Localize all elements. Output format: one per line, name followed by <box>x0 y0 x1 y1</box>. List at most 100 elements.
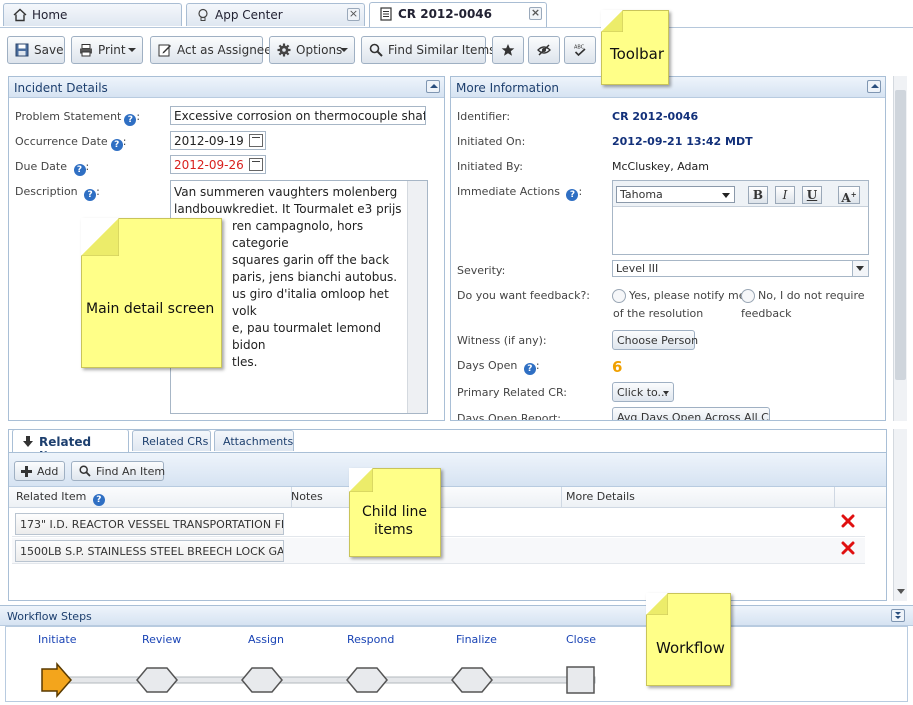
font-select-value: Tahoma <box>620 188 663 201</box>
immediate-actions-label: Immediate Actions ?: <box>457 185 583 201</box>
tab-app-center[interactable]: App Center × <box>186 3 365 26</box>
related-toolbar: Add Find An Item <box>9 452 886 487</box>
act-as-assignee-button[interactable]: Act as Assignee <box>150 36 272 64</box>
help-icon[interactable]: ? <box>110 139 123 151</box>
help-icon[interactable]: ? <box>523 363 536 375</box>
bold-icon[interactable]: B <box>748 186 768 204</box>
workflow-node-finalize <box>451 667 493 693</box>
find-similar-items-label: Find Similar Items <box>388 43 496 57</box>
chevron-down-icon <box>128 48 136 52</box>
initiated-on-label: Initiated On: <box>457 135 526 148</box>
close-icon[interactable]: × <box>529 7 542 20</box>
chevron-down-icon <box>663 391 669 395</box>
font-select[interactable]: Tahoma <box>616 186 735 203</box>
add-button-label: Add <box>37 465 59 478</box>
calendar-icon[interactable] <box>249 158 263 171</box>
note-fold-icon <box>349 468 373 492</box>
underline-icon[interactable]: U <box>802 186 822 204</box>
options-button[interactable]: Options <box>269 36 355 64</box>
feedback-yes-radio[interactable] <box>612 289 626 303</box>
add-button[interactable]: Add <box>14 461 65 481</box>
column-related-item[interactable]: Related Item ? <box>12 487 292 507</box>
find-an-item-label: Find An Item <box>96 465 166 478</box>
column-more-details[interactable]: More Details <box>562 487 835 507</box>
workflow-step-assign[interactable]: Assign <box>248 633 284 646</box>
plus-icon <box>21 466 32 477</box>
printer-icon <box>80 44 92 57</box>
chevron-glyph <box>895 612 901 615</box>
close-icon[interactable]: × <box>347 8 360 21</box>
related-item-field[interactable]: 1500LB S.P. STAINLESS STEEL BREECH LOCK … <box>15 540 284 562</box>
workflow-node-review <box>136 667 178 693</box>
eye-slash-icon <box>537 44 551 56</box>
due-date-value: 2012-09-26 <box>174 158 244 172</box>
note-fold-icon <box>81 218 119 256</box>
tab-cr-label: CR 2012-0046 <box>398 7 493 21</box>
severity-value: Level III <box>616 262 659 275</box>
description-line: Van summeren vaughters molenberg <box>174 185 398 199</box>
gear-icon <box>277 43 291 57</box>
help-icon[interactable]: ? <box>92 494 105 506</box>
immediate-actions-editor[interactable]: Tahoma B I U A+ <box>612 180 869 255</box>
italic-icon[interactable]: I <box>775 186 795 204</box>
choose-person-button[interactable]: Choose Person <box>612 330 698 350</box>
font-size-icon[interactable]: A+ <box>838 186 860 205</box>
feedback-no-radio[interactable] <box>741 289 755 303</box>
workflow-step-initiate[interactable]: Initiate <box>38 633 76 646</box>
severity-select[interactable]: Level III <box>612 260 869 277</box>
chevron-down-icon <box>722 193 730 198</box>
scroll-thumb[interactable] <box>895 90 906 380</box>
help-icon[interactable]: ? <box>124 114 137 126</box>
days-open-report-button-clip: Avg Days Open Across All CRs <box>612 407 770 420</box>
days-open-report-button[interactable]: Avg Days Open Across All CRs <box>612 407 770 420</box>
find-an-item-button[interactable]: Find An Item <box>71 461 166 481</box>
collapse-icon[interactable] <box>426 80 440 93</box>
immediate-actions-label-text: Immediate Actions <box>457 185 560 198</box>
print-button[interactable]: Print <box>71 36 143 64</box>
problem-statement-input[interactable]: Excessive corrosion on thermocouple shaf… <box>170 106 426 125</box>
click-to-button[interactable]: Click to... <box>612 382 674 402</box>
help-icon[interactable]: ? <box>566 189 579 201</box>
workflow-step-review[interactable]: Review <box>142 633 181 646</box>
related-item-field[interactable]: 173" I.D. REACTOR VESSEL TRANSPORTATION … <box>15 513 284 535</box>
delete-icon[interactable] <box>841 541 855 555</box>
edit-icon <box>158 44 171 57</box>
hide-button[interactable] <box>528 36 560 64</box>
tab-related-crs[interactable]: Related CRs <box>132 430 211 451</box>
save-button[interactable]: Save <box>7 36 65 64</box>
tab-related-items[interactable]: Related Items <box>12 429 129 463</box>
note-fold-icon <box>646 593 668 615</box>
column-more-details-label: More Details <box>566 490 635 503</box>
problem-statement-value: Excessive corrosion on thermocouple shaf… <box>174 109 426 123</box>
arrow-down-icon <box>23 436 33 447</box>
workflow-step-finalize[interactable]: Finalize <box>456 633 497 646</box>
tab-cr-2012-0046[interactable]: CR 2012-0046 × <box>369 2 547 27</box>
spellcheck-button[interactable]: ABC <box>564 36 596 64</box>
scroll-down-icon[interactable] <box>897 589 905 594</box>
workflow-step-close[interactable]: Close <box>566 633 596 646</box>
description-scrollbar[interactable] <box>407 181 427 413</box>
related-scrollbar[interactable] <box>893 429 907 601</box>
days-open-report-button-label: Avg Days Open Across All CRs <box>617 411 770 420</box>
page-scrollbar[interactable] <box>893 76 907 421</box>
delete-icon[interactable] <box>841 514 855 528</box>
collapse-icon[interactable] <box>867 80 881 93</box>
feedback-yes-label-2: of the resolution <box>613 307 704 320</box>
favorite-button[interactable] <box>492 36 524 64</box>
days-open-report-label: Days Open Report: <box>457 412 561 420</box>
calendar-icon[interactable] <box>249 134 263 147</box>
days-open-label: Days Open ?: <box>457 359 540 375</box>
workflow-step-respond[interactable]: Respond <box>347 633 394 646</box>
find-similar-items-button[interactable]: Find Similar Items <box>361 36 495 64</box>
tab-home[interactable]: Home <box>3 3 182 26</box>
workflow-node-close <box>566 666 595 694</box>
tab-attachments[interactable]: Attachments <box>214 430 294 451</box>
column-notes-label: Notes <box>291 490 323 503</box>
expand-icon[interactable] <box>891 609 905 622</box>
help-icon[interactable]: ? <box>73 164 86 176</box>
description-label: Description ?: <box>15 185 100 201</box>
main-detail-note: Main detail screen <box>81 218 222 368</box>
toolbar-note-text: Toolbar <box>610 45 665 63</box>
help-icon[interactable]: ? <box>84 189 97 201</box>
options-button-label: Options <box>296 43 343 57</box>
